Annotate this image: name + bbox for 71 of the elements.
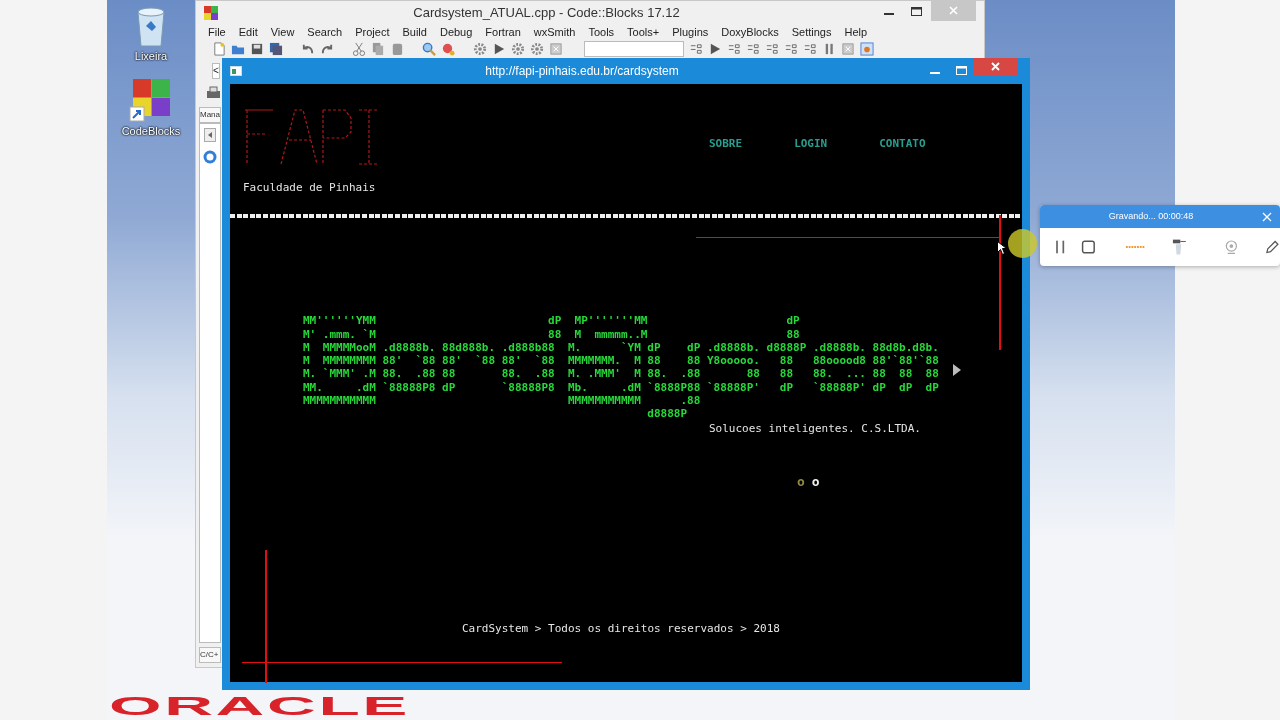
tagline: Solucoes inteligentes. C.S.LTDA. — [709, 421, 922, 435]
nav-link[interactable]: SOBRE — [709, 136, 743, 195]
icon-label: Lixeira — [134, 49, 168, 64]
pencil-icon[interactable] — [1265, 239, 1280, 255]
menu-item[interactable]: Tools — [588, 24, 615, 41]
play-icon[interactable] — [708, 42, 722, 56]
printer-icon[interactable] — [206, 85, 221, 101]
menu-item[interactable]: Settings — [791, 24, 832, 41]
menu-item[interactable]: Tools+ — [627, 24, 660, 41]
menu-item[interactable]: Edit — [238, 24, 258, 41]
menu-item[interactable]: Search — [307, 24, 343, 41]
close-icon[interactable] — [1262, 211, 1272, 222]
redo-icon[interactable] — [320, 42, 334, 56]
window-title: http://fapi-pinhais.edu.br/cardsystem — [484, 62, 680, 80]
recycle-bin-icon[interactable] — [134, 4, 168, 48]
icon-label: CodeBlocks — [121, 123, 181, 139]
scroll-left-icon[interactable] — [204, 128, 216, 142]
app-blocks-icon — [204, 5, 218, 20]
menu-item[interactable]: File — [208, 24, 226, 41]
app-blocks-icon[interactable] — [129, 76, 173, 123]
menu-item[interactable]: Plugins — [672, 24, 709, 41]
mouse-pointer-icon — [997, 241, 1006, 255]
menu-item[interactable]: DoxyBlocks — [721, 24, 779, 41]
close-icon[interactable] — [974, 58, 1018, 76]
gear-icon[interactable] — [473, 42, 487, 56]
search-icon[interactable] — [422, 42, 436, 56]
cut-icon[interactable] — [352, 42, 366, 56]
copy-icon[interactable] — [371, 42, 385, 56]
step-icon[interactable] — [689, 42, 703, 56]
menu-item[interactable]: Build — [402, 24, 427, 41]
menu-item[interactable]: View — [270, 24, 295, 41]
save-all-icon[interactable] — [269, 42, 283, 56]
menu-item[interactable]: Help — [844, 24, 868, 41]
window-title: Cardsystem_ATUAL.cpp - Code::Blocks 17.12 — [412, 3, 681, 22]
menu-item[interactable]: Fortran — [485, 24, 521, 41]
new-file-icon[interactable] — [212, 42, 226, 56]
dropdown-field[interactable] — [584, 41, 684, 57]
step-icon[interactable] — [803, 42, 817, 56]
subtitle: Faculdade de Pinhais — [243, 180, 377, 195]
dot-mark: o — [797, 474, 805, 489]
wallpaper-logo-text: ORACLE — [109, 693, 411, 719]
play-icon[interactable] — [492, 42, 506, 56]
nav-link[interactable]: CONTATO — [879, 136, 926, 195]
menu-item[interactable]: wxSmith — [533, 24, 576, 41]
window-icon — [230, 65, 242, 76]
window-icon[interactable] — [860, 42, 874, 56]
audio-level-icon[interactable] — [1124, 244, 1145, 250]
stop-icon[interactable] — [1080, 239, 1096, 255]
recorder-title: Gravando... 00:00:48 — [1107, 209, 1195, 223]
step-icon[interactable] — [784, 42, 798, 56]
undo-icon[interactable] — [301, 42, 315, 56]
paste-icon[interactable] — [390, 42, 404, 56]
step-icon[interactable] — [727, 42, 741, 56]
ascii-art-text: MM''''''YMM dP MP'''''''MM dP M' .mmm. `M 88 M mmmmm..M 88 M MMMMMooM .d8888b. 88d888b. .d888b88 M. `YM dP dP .d8888b. d8888P .d8888b. 88d8b.d8b. M MMMMMMMM 88' `88 88' `88 88' `88 MMMMMMM. M 88 88 Y8ooooo. 88 88ooood8 88'`88'`88 M. `MMM' .M 88. .88 88 88. .88 M. .MMM' M 88. .88 88 88 88. ... 88 88 88 MM. .dM `88888P8 dP `88888P8 Mb. .dM `8888P88 `88888P' dP `88888P' dP dP dP MMMMMMMMMMM MMMMMMMMMMM .88 d8888P — [303, 314, 939, 421]
play-icon[interactable] — [952, 364, 961, 377]
menu-item[interactable]: Debug — [439, 24, 473, 41]
step-icon[interactable] — [765, 42, 779, 56]
panel-tab[interactable]: Mana — [199, 107, 221, 123]
footer-text: CardSystem > Todos os direitos reservados > 2018 — [462, 622, 781, 636]
status-text: C/C+ — [199, 647, 221, 663]
dropdown-field[interactable]: < — [212, 63, 220, 79]
globe-icon[interactable] — [203, 150, 217, 164]
webcam-icon[interactable] — [1223, 239, 1239, 255]
save-icon[interactable] — [250, 42, 264, 56]
gear-icon[interactable] — [530, 42, 544, 56]
step-icon[interactable] — [746, 42, 760, 56]
menu-item[interactable]: Project — [355, 24, 390, 41]
device-icon[interactable] — [1171, 238, 1187, 256]
nav-link[interactable]: LOGIN — [794, 136, 828, 195]
gear-icon[interactable] — [511, 42, 525, 56]
dot-mark: o — [811, 474, 820, 489]
